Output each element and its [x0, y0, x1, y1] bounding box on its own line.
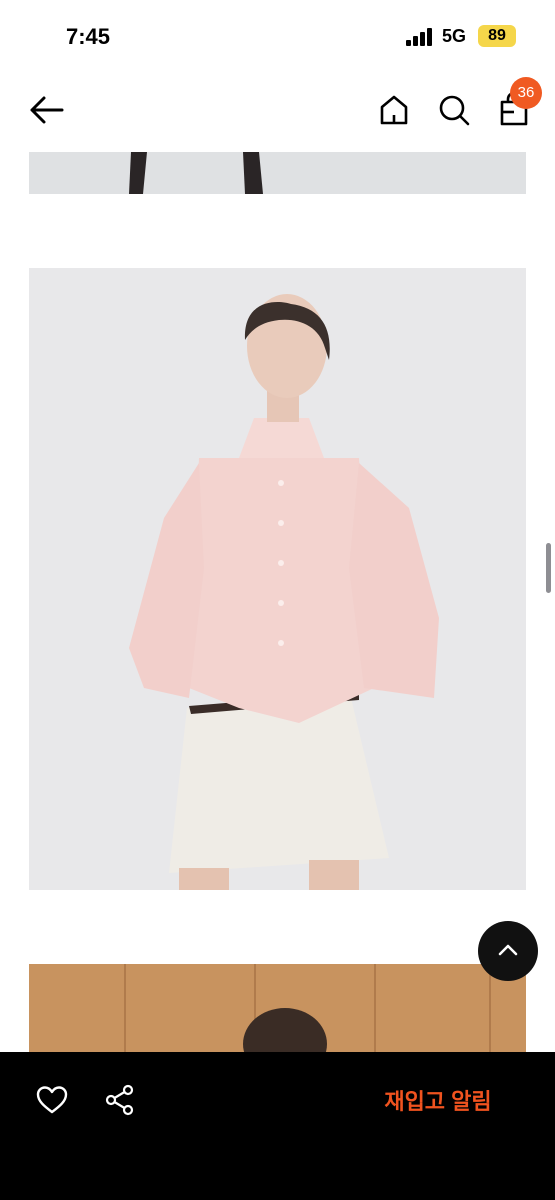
scroll-indicator[interactable] — [546, 543, 551, 593]
status-time: 7:45 — [66, 24, 111, 49]
product-photo-wood-backdrop — [29, 964, 526, 1054]
model-illustration — [29, 268, 526, 890]
signal-icon — [406, 28, 436, 46]
share-button[interactable] — [102, 1082, 138, 1118]
search-button[interactable] — [434, 90, 474, 130]
top-nav-bar — [0, 70, 555, 150]
scroll-to-top-button[interactable] — [478, 921, 538, 981]
home-button[interactable] — [374, 90, 414, 130]
product-photo-legs-crop — [29, 152, 526, 194]
heart-outline-icon — [36, 1086, 68, 1114]
bottom-action-bar: 재입고 알림 — [0, 1052, 555, 1200]
back-button[interactable] — [24, 90, 68, 130]
home-icon — [380, 95, 408, 125]
chevron-up-icon — [498, 944, 518, 956]
wood-backdrop-illustration — [29, 964, 526, 1054]
arrow-left-icon — [30, 96, 64, 124]
restock-alert-button[interactable]: 재입고 알림 — [368, 1082, 508, 1122]
cart-count-badge: 36 — [510, 77, 542, 109]
share-icon — [105, 1084, 134, 1116]
battery-level: 89 — [478, 25, 516, 47]
legs-illustration — [129, 152, 263, 194]
network-type: 5G — [442, 26, 467, 46]
search-icon — [439, 95, 470, 126]
status-bar: 7:45 5G 89 — [0, 0, 555, 70]
product-photo-pink-cardigan — [29, 268, 526, 890]
like-button[interactable] — [34, 1082, 70, 1118]
